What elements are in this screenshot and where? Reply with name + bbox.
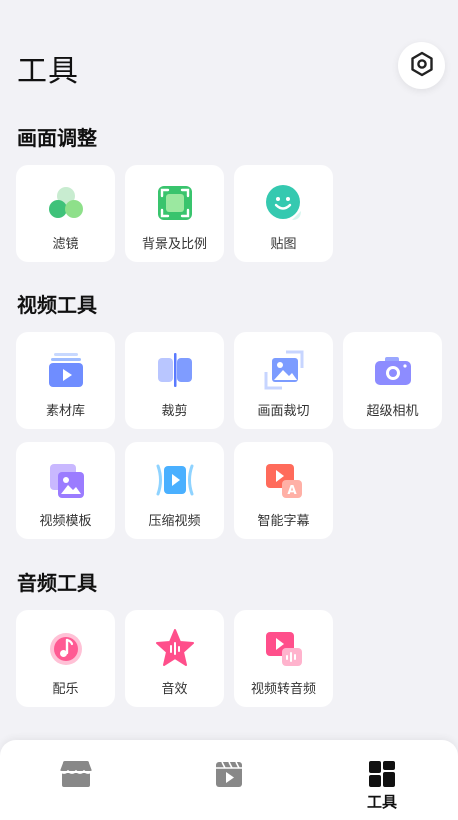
tool-label: 滤镜: [52, 237, 79, 252]
tool-background-ratio[interactable]: 背景及比例: [125, 165, 224, 262]
section-title-audio-tools: 音频工具: [17, 571, 97, 595]
sticker-icon: [264, 183, 304, 223]
settings-button[interactable]: [398, 42, 445, 89]
tool-crop[interactable]: 画面裁切: [234, 332, 333, 429]
sound-effect-icon: [155, 628, 195, 668]
video-icon: [212, 758, 246, 790]
settings-icon: [409, 51, 435, 81]
auto-subtitle-icon: A: [264, 460, 304, 500]
tool-template[interactable]: 视频模板: [16, 442, 115, 539]
nav-tab-label: 工具: [366, 793, 397, 811]
tool-trim[interactable]: 裁剪: [125, 332, 224, 429]
trim-icon: [155, 350, 195, 390]
page-title: 工具: [17, 54, 79, 89]
tool-label: 裁剪: [161, 404, 188, 419]
nav-tab-store[interactable]: [0, 740, 152, 820]
video-tools-grid: 素材库 裁剪 画面裁切 超级相机 视频模板 压缩视频 A 智能字幕: [16, 332, 446, 539]
tool-label: 素材库: [45, 404, 85, 419]
tool-label: 贴图: [270, 237, 297, 252]
tools-icon: [365, 758, 399, 790]
template-icon: [46, 460, 86, 500]
tool-music[interactable]: 配乐: [16, 610, 115, 707]
tool-sticker[interactable]: 贴图: [234, 165, 333, 262]
tool-label: 超级相机: [366, 404, 419, 419]
section-title-video-tools: 视频工具: [17, 293, 97, 317]
camera-icon: [373, 350, 413, 390]
tool-label: 压缩视频: [148, 514, 201, 529]
filter-icon: [46, 183, 86, 223]
nav-tab-video[interactable]: [153, 740, 305, 820]
tool-label: 音效: [161, 682, 188, 697]
nav-tab-tools[interactable]: 工具: [306, 740, 458, 820]
tool-sound-effect[interactable]: 音效: [125, 610, 224, 707]
bottom-nav: 工具: [0, 740, 458, 820]
tool-camera[interactable]: 超级相机: [343, 332, 442, 429]
music-icon: [46, 628, 86, 668]
audio-tools-grid: 配乐 音效 视频转音频: [16, 610, 446, 707]
tool-compress[interactable]: 压缩视频: [125, 442, 224, 539]
crop-icon: [264, 350, 304, 390]
header: 工具: [0, 0, 458, 110]
tool-label: 配乐: [52, 682, 79, 697]
tool-material-library[interactable]: 素材库: [16, 332, 115, 429]
tool-label: 视频转音频: [250, 682, 316, 697]
tool-label: 画面裁切: [257, 404, 310, 419]
background-ratio-icon: [155, 183, 195, 223]
tool-label: 视频模板: [39, 514, 92, 529]
store-icon: [59, 758, 93, 790]
video-to-audio-icon: [264, 628, 304, 668]
section-title-picture-adjust: 画面调整: [17, 126, 97, 150]
tool-filter[interactable]: 滤镜: [16, 165, 115, 262]
tool-auto-subtitle[interactable]: A 智能字幕: [234, 442, 333, 539]
tool-video-to-audio[interactable]: 视频转音频: [234, 610, 333, 707]
material-library-icon: [46, 350, 86, 390]
picture-adjust-grid: 滤镜 背景及比例 贴图: [16, 165, 446, 262]
svg-text:A: A: [287, 483, 297, 497]
compress-icon: [155, 460, 195, 500]
tool-label: 智能字幕: [257, 514, 310, 529]
tool-label: 背景及比例: [141, 237, 207, 252]
